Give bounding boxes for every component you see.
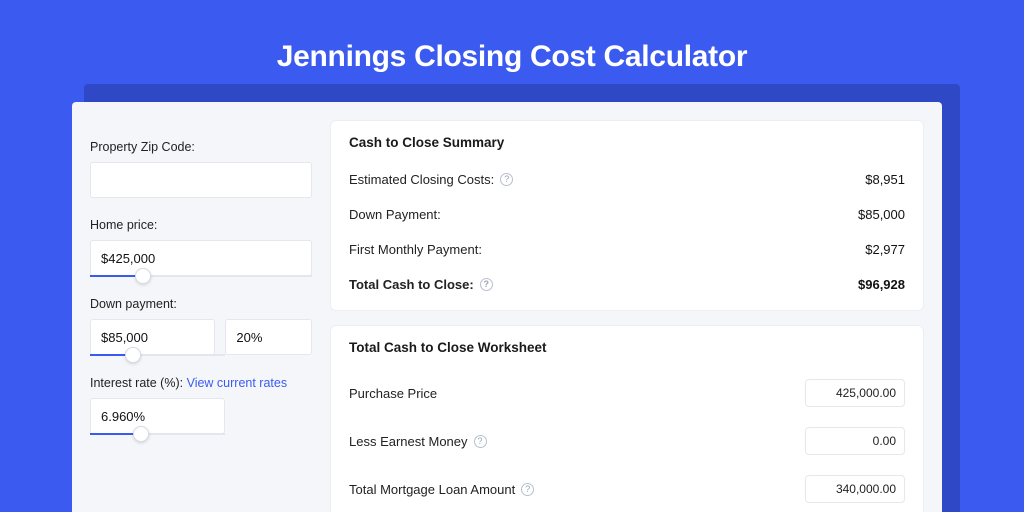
summary-row-first: First Monthly Payment: $2,977 <box>349 234 905 269</box>
zip-field: Property Zip Code: <box>90 140 312 198</box>
down-payment-label: Down payment: <box>90 297 312 311</box>
ws-earnest-input[interactable] <box>805 427 905 455</box>
summary-first-value: $2,977 <box>865 242 905 257</box>
interest-rate-label-text: Interest rate (%): <box>90 376 183 390</box>
summary-row-total: Total Cash to Close: ? $96,928 <box>349 269 905 304</box>
down-payment-field: Down payment: <box>90 297 312 356</box>
interest-rate-slider-thumb[interactable] <box>133 426 149 442</box>
calculator-stage: Property Zip Code: Home price: Down paym… <box>72 102 952 512</box>
summary-card: Cash to Close Summary Estimated Closing … <box>330 120 924 311</box>
down-payment-slider[interactable] <box>90 354 225 356</box>
inputs-column: Property Zip Code: Home price: Down paym… <box>90 120 312 512</box>
ws-purchase-label: Purchase Price <box>349 386 437 401</box>
summary-first-label: First Monthly Payment: <box>349 242 482 257</box>
ws-purchase-input[interactable] <box>805 379 905 407</box>
view-rates-link[interactable]: View current rates <box>187 376 288 390</box>
est-costs-value: $8,951 <box>865 172 905 187</box>
help-icon[interactable]: ? <box>474 435 487 448</box>
summary-row-down: Down Payment: $85,000 <box>349 199 905 234</box>
calculator-panel: Property Zip Code: Home price: Down paym… <box>72 102 942 512</box>
summary-down-label: Down Payment: <box>349 207 441 222</box>
interest-rate-field: Interest rate (%): View current rates <box>90 376 312 435</box>
home-price-slider[interactable] <box>90 275 312 277</box>
help-icon[interactable]: ? <box>480 278 493 291</box>
ws-row-earnest: Less Earnest Money ? <box>349 417 905 465</box>
home-price-input[interactable] <box>90 240 312 276</box>
interest-rate-slider[interactable] <box>90 433 225 435</box>
zip-label: Property Zip Code: <box>90 140 312 154</box>
help-icon[interactable]: ? <box>500 173 513 186</box>
down-payment-input[interactable] <box>90 319 215 355</box>
interest-rate-label: Interest rate (%): View current rates <box>90 376 312 390</box>
est-costs-label: Estimated Closing Costs: <box>349 172 494 187</box>
results-column: Cash to Close Summary Estimated Closing … <box>330 120 924 512</box>
ws-loan-label: Total Mortgage Loan Amount <box>349 482 515 497</box>
summary-row-est-costs: Estimated Closing Costs: ? $8,951 <box>349 164 905 199</box>
worksheet-card: Total Cash to Close Worksheet Purchase P… <box>330 325 924 512</box>
ws-row-loan: Total Mortgage Loan Amount ? <box>349 465 905 512</box>
down-payment-pct-input[interactable] <box>225 319 312 355</box>
summary-total-value: $96,928 <box>858 277 905 292</box>
home-price-slider-thumb[interactable] <box>135 268 151 284</box>
down-payment-slider-thumb[interactable] <box>125 347 141 363</box>
summary-heading: Cash to Close Summary <box>349 135 905 150</box>
help-icon[interactable]: ? <box>521 483 534 496</box>
ws-earnest-label: Less Earnest Money <box>349 434 468 449</box>
summary-total-label: Total Cash to Close: <box>349 277 474 292</box>
zip-input[interactable] <box>90 162 312 198</box>
home-price-field: Home price: <box>90 218 312 277</box>
summary-down-value: $85,000 <box>858 207 905 222</box>
home-price-label: Home price: <box>90 218 312 232</box>
ws-loan-input[interactable] <box>805 475 905 503</box>
worksheet-heading: Total Cash to Close Worksheet <box>349 340 905 355</box>
interest-rate-input[interactable] <box>90 398 225 434</box>
ws-row-purchase: Purchase Price <box>349 369 905 417</box>
